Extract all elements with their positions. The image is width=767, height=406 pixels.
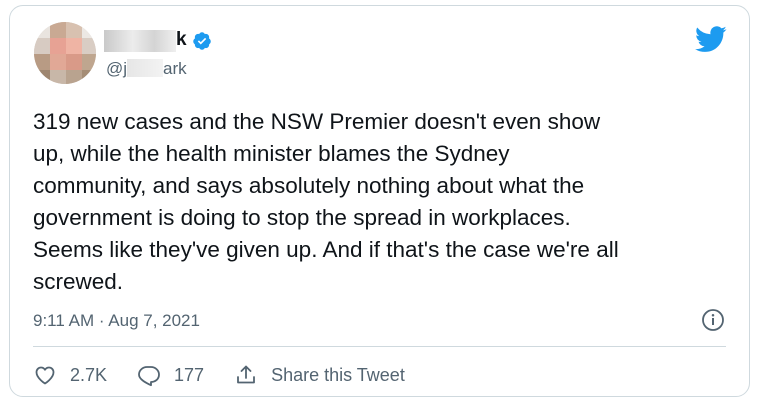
share-icon: [237, 365, 255, 384]
reply-bubble-icon: [138, 366, 160, 387]
like-count: 2.7K: [70, 364, 108, 385]
info-icon[interactable]: [701, 308, 725, 332]
handle-end: ark: [163, 59, 187, 78]
action-bar: 2.7K 177 Share this Tweet: [33, 362, 435, 388]
avatar[interactable]: [34, 22, 96, 84]
reply-count: 177: [174, 364, 205, 385]
verified-badge-icon: [193, 32, 211, 50]
tweet-text: 319 new cases and the NSW Premier doesn'…: [33, 109, 619, 294]
display-name[interactable]: k: [176, 28, 187, 52]
handle[interactable]: @j ark: [106, 58, 187, 80]
like-button[interactable]: 2.7K: [33, 363, 107, 387]
reply-button[interactable]: 177: [137, 363, 204, 387]
author-info[interactable]: k @j ark: [104, 28, 266, 84]
divider: [33, 346, 726, 347]
tweet-card[interactable]: k @j ark 319 new cases and the NSW Premie…: [9, 5, 750, 397]
share-button[interactable]: Share this Tweet: [234, 363, 405, 387]
heart-icon: [35, 366, 55, 385]
share-label: Share this Tweet: [271, 364, 405, 385]
redacted-handle: [127, 59, 164, 77]
redacted-name: [104, 30, 176, 52]
twitter-bird-icon[interactable]: [695, 26, 727, 53]
tweet-timestamp[interactable]: 9:11 AM · Aug 7, 2021: [33, 310, 200, 332]
handle-start: @j: [106, 59, 128, 78]
